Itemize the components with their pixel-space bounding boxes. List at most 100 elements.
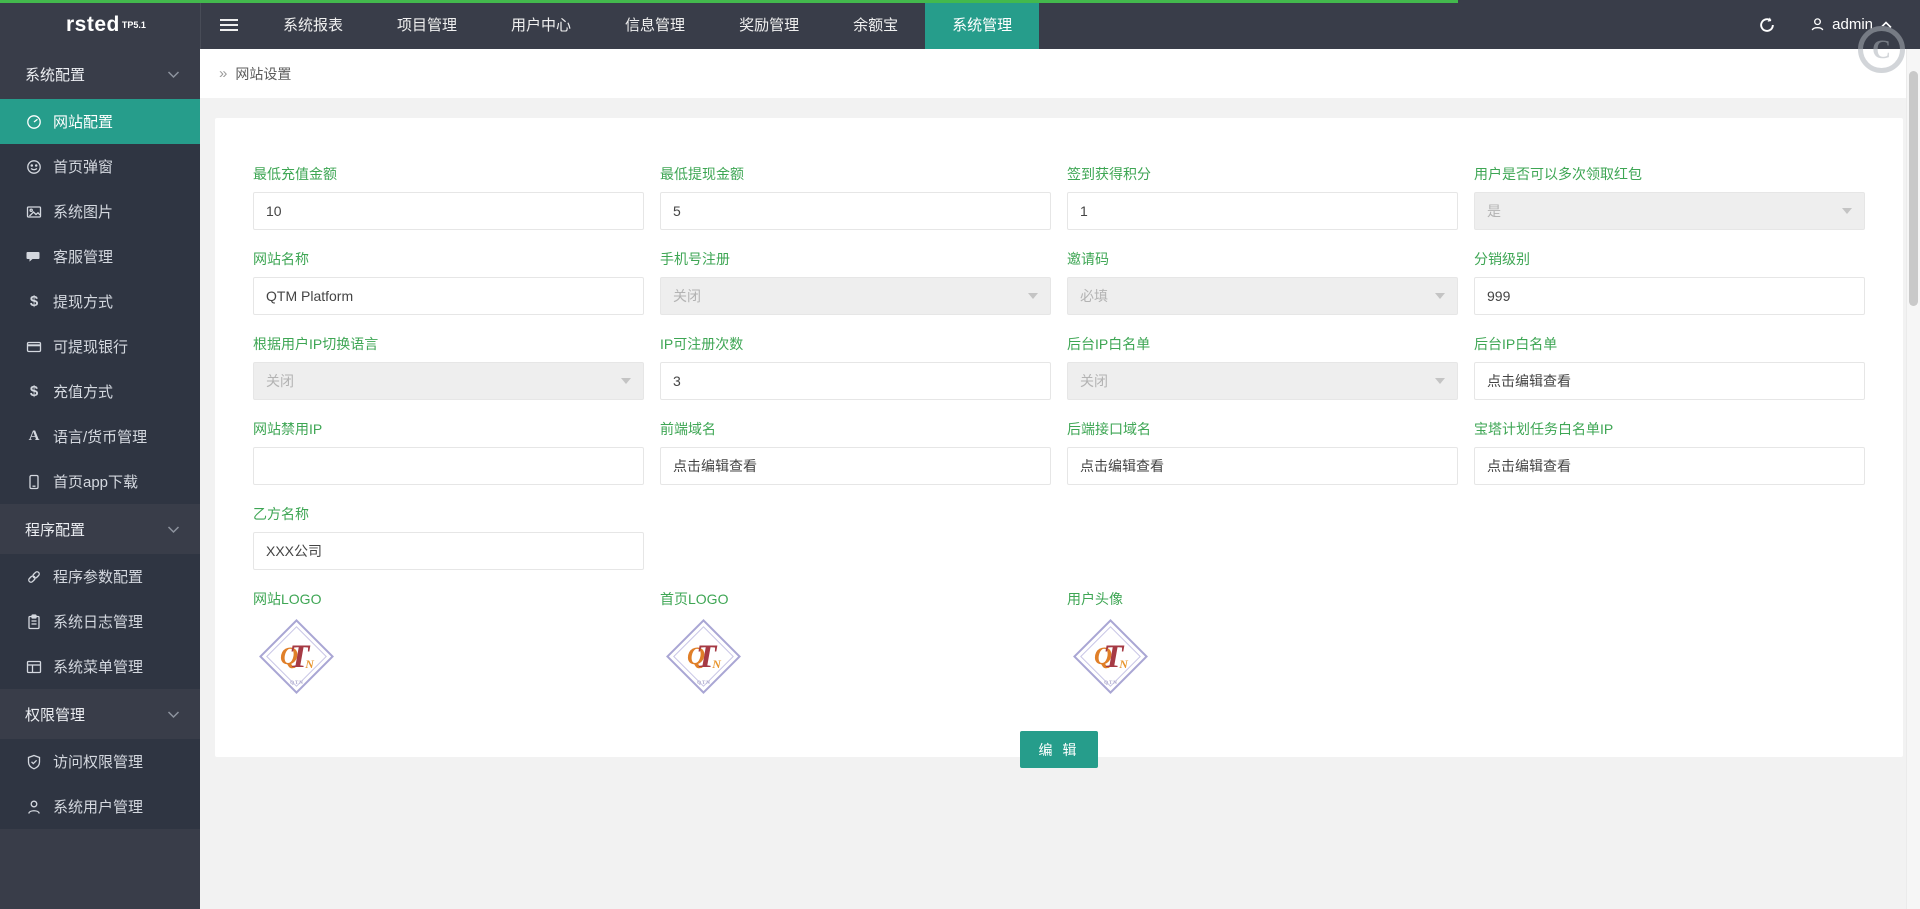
admin-ip-whitelist-input[interactable] bbox=[1474, 362, 1865, 400]
sidebar-item-access-permission[interactable]: 访问权限管理 bbox=[0, 739, 200, 784]
field-admin-ip-whitelist-switch: 后台IP白名单 关闭 bbox=[1067, 334, 1458, 400]
sidebar-item-label: 系统日志管理 bbox=[53, 614, 144, 631]
field-label: 后端接口域名 bbox=[1067, 421, 1151, 437]
field-frontend-domain: 前端域名 bbox=[660, 419, 1051, 485]
sidebar-group-label: 系统配置 bbox=[25, 66, 86, 84]
party-b-name-input[interactable] bbox=[253, 532, 644, 570]
top-progress-bar bbox=[0, 0, 1458, 3]
user-icon bbox=[1811, 18, 1824, 31]
field-bt-task-whitelist-ip: 宝塔计划任务白名单IP bbox=[1474, 419, 1865, 485]
site-banned-ip-input[interactable] bbox=[253, 447, 644, 485]
ip-register-count-input[interactable] bbox=[660, 362, 1051, 400]
field-invite-code: 邀请码必填 bbox=[1067, 249, 1458, 315]
field-label: 网站名称 bbox=[253, 251, 309, 267]
admin-ip-whitelist-switch-select[interactable]: 关闭 bbox=[1067, 362, 1458, 400]
logo-monogram: Q T N QTN bbox=[280, 638, 314, 687]
logo-label: 网站LOGO bbox=[253, 591, 322, 607]
multi-redpacket-select[interactable]: 是 bbox=[1474, 192, 1865, 230]
tab-system-management[interactable]: 系统管理 bbox=[925, 0, 1040, 49]
tab-reward-management[interactable]: 奖励管理 bbox=[712, 0, 826, 49]
field-signin-points: 签到获得积分 bbox=[1067, 164, 1458, 230]
field-phone-register: 手机号注册 关闭 bbox=[660, 249, 1051, 315]
sidebar-item-withdraw-methods[interactable]: $ 提现方式 bbox=[0, 279, 200, 324]
link-icon bbox=[25, 569, 43, 585]
field-label: 邀请码 bbox=[1067, 251, 1109, 267]
min-withdraw-amount-input[interactable] bbox=[660, 192, 1051, 230]
sidebar-item-label: 客服管理 bbox=[53, 249, 114, 266]
select-caret-icon bbox=[1435, 293, 1445, 299]
logo-upload-row: 网站LOGO Q T N QTN 首页LOGO Q T N QTN 用户头像 Q T N QTN bbox=[253, 589, 1865, 695]
home-logo-image[interactable]: Q T N QTN bbox=[660, 619, 748, 695]
site-logo-image[interactable]: Q T N QTN bbox=[253, 619, 341, 695]
sidebar-item-system-user-management[interactable]: 系统用户管理 bbox=[0, 784, 200, 829]
field-admin-ip-whitelist: 后台IP白名单 bbox=[1474, 334, 1865, 400]
field-site-banned-ip: 网站禁用IP bbox=[253, 419, 644, 485]
sidebar-item-system-menu-management[interactable]: 系统菜单管理 bbox=[0, 644, 200, 689]
sidebar-item-label: 访问权限管理 bbox=[53, 754, 144, 771]
sidebar-group-program-config[interactable]: 程序配置 bbox=[0, 504, 200, 554]
main-content: 最低充值金额 最低提现金额 签到获得积分 用户是否可以多次领取红包是网站名称 手机号注册… bbox=[200, 98, 1920, 909]
user-avatar-image[interactable]: Q T N QTN bbox=[1067, 619, 1155, 695]
sidebar: 系统配置 网站配置 首页弹窗 系统图片 客服管理 $ 提现方式 可提现银行 $ 充值方式 A 语言/货… bbox=[0, 49, 200, 909]
sidebar-item-language-currency[interactable]: A 语言/货币管理 bbox=[0, 414, 200, 459]
sidebar-group-permission-management[interactable]: 权限管理 bbox=[0, 689, 200, 739]
sidebar-item-website-config[interactable]: 网站配置 bbox=[0, 99, 200, 144]
sidebar-item-system-images[interactable]: 系统图片 bbox=[0, 189, 200, 234]
sidebar-item-home-popup[interactable]: 首页弹窗 bbox=[0, 144, 200, 189]
hamburger-menu-icon[interactable] bbox=[200, 0, 256, 49]
sidebar-item-system-log-management[interactable]: 系统日志管理 bbox=[0, 599, 200, 644]
field-min-withdraw-amount: 最低提现金额 bbox=[660, 164, 1051, 230]
admin-user-menu[interactable]: admin bbox=[1810, 16, 1892, 33]
letterA-icon: A bbox=[28, 428, 40, 444]
sidebar-item-label: 首页弹窗 bbox=[53, 159, 114, 176]
tab-info-management[interactable]: 信息管理 bbox=[598, 0, 712, 49]
sidebar-item-recharge-methods[interactable]: $ 充值方式 bbox=[0, 369, 200, 414]
scrollbar-thumb[interactable] bbox=[1909, 71, 1918, 306]
sidebar-item-program-params-config[interactable]: 程序参数配置 bbox=[0, 554, 200, 599]
layout-icon bbox=[25, 659, 43, 675]
frontend-domain-input[interactable] bbox=[660, 447, 1051, 485]
field-label: 分销级别 bbox=[1474, 251, 1530, 267]
select-value: 关闭 bbox=[1080, 373, 1108, 389]
backend-api-domain-input[interactable] bbox=[1067, 447, 1458, 485]
select-caret-icon bbox=[1842, 208, 1852, 214]
sidebar-filler bbox=[0, 829, 200, 909]
select-value: 是 bbox=[1487, 203, 1501, 219]
min-recharge-amount-input[interactable] bbox=[253, 192, 644, 230]
sidebar-item-label: 充值方式 bbox=[53, 384, 114, 401]
bt-task-whitelist-ip-input[interactable] bbox=[1474, 447, 1865, 485]
field-backend-api-domain: 后端接口域名 bbox=[1067, 419, 1458, 485]
dollar-icon: $ bbox=[29, 293, 39, 310]
chevron-down-icon bbox=[167, 70, 180, 79]
sidebar-item-label: 系统菜单管理 bbox=[53, 659, 144, 676]
tab-project-management[interactable]: 项目管理 bbox=[370, 0, 484, 49]
app-logo-text: rsted bbox=[66, 12, 120, 36]
sidebar-item-home-app-download[interactable]: 首页app下载 bbox=[0, 459, 200, 504]
site-name-input[interactable] bbox=[253, 277, 644, 315]
gauge-icon bbox=[25, 114, 43, 130]
select-caret-icon bbox=[1028, 293, 1038, 299]
tab-system-reports[interactable]: 系统报表 bbox=[256, 0, 370, 49]
sidebar-group-label: 权限管理 bbox=[25, 706, 86, 724]
sidebar-item-withdraw-banks[interactable]: 可提现银行 bbox=[0, 324, 200, 369]
phone-icon bbox=[25, 474, 43, 490]
logo-field-user-avatar: 用户头像 Q T N QTN bbox=[1067, 589, 1458, 695]
refresh-icon[interactable] bbox=[1758, 16, 1776, 34]
invite-code-select[interactable]: 必填 bbox=[1067, 277, 1458, 315]
phone-register-select[interactable]: 关闭 bbox=[660, 277, 1051, 315]
breadcrumb: » 网站设置 bbox=[200, 49, 1920, 98]
sidebar-group-system-config[interactable]: 系统配置 bbox=[0, 49, 200, 99]
tab-yuebao[interactable]: 余额宝 bbox=[826, 0, 925, 49]
signin-points-input[interactable] bbox=[1067, 192, 1458, 230]
image-icon bbox=[25, 204, 43, 220]
vertical-scrollbar bbox=[1906, 49, 1920, 909]
distribution-level-input[interactable] bbox=[1474, 277, 1865, 315]
ip-language-switch-select[interactable]: 关闭 bbox=[253, 362, 644, 400]
field-label: 根据用户IP切换语言 bbox=[253, 336, 379, 352]
sidebar-item-customer-service[interactable]: 客服管理 bbox=[0, 234, 200, 279]
edit-submit-button[interactable]: 编 辑 bbox=[1019, 731, 1099, 768]
chevron-up-icon bbox=[1880, 20, 1892, 28]
tab-user-center[interactable]: 用户中心 bbox=[484, 0, 598, 49]
select-value: 必填 bbox=[1080, 288, 1108, 304]
field-site-name: 网站名称 bbox=[253, 249, 644, 315]
